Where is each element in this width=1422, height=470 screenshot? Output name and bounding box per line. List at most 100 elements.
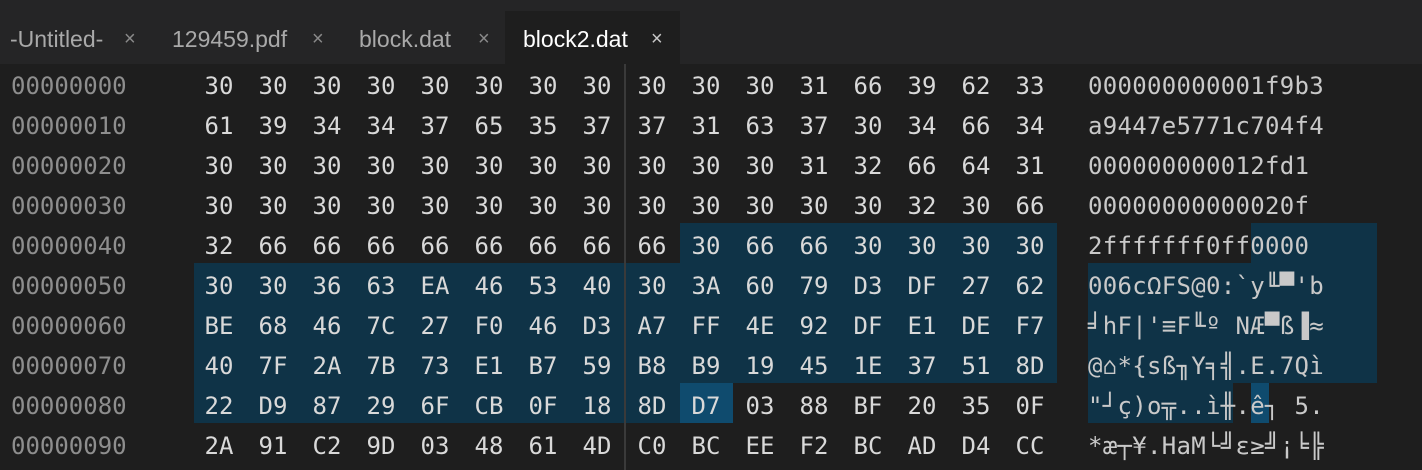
hex-byte[interactable]: 66 xyxy=(630,232,674,260)
hex-byte[interactable]: BC xyxy=(684,432,728,460)
hex-byte[interactable]: 30 xyxy=(197,72,241,100)
hex-byte[interactable]: 73 xyxy=(413,352,457,380)
hex-byte[interactable]: 30 xyxy=(684,152,728,180)
hex-byte[interactable]: AD xyxy=(900,432,944,460)
hex-byte[interactable]: 37 xyxy=(792,112,836,140)
ascii-text[interactable]: *æ┬¥.HaM└╝ε≥╝¡╘╠ xyxy=(1088,432,1324,460)
hex-byte[interactable]: 0F xyxy=(1008,392,1052,420)
hex-byte[interactable]: 8D xyxy=(630,392,674,420)
hex-byte[interactable]: 30 xyxy=(630,72,674,100)
hex-byte[interactable]: 30 xyxy=(954,192,998,220)
hex-byte[interactable]: 37 xyxy=(900,352,944,380)
hex-byte[interactable]: 30 xyxy=(792,192,836,220)
hex-byte[interactable]: 30 xyxy=(197,272,241,300)
hex-byte[interactable]: 30 xyxy=(684,192,728,220)
hex-byte[interactable]: 30 xyxy=(684,232,728,260)
hex-byte[interactable]: 30 xyxy=(684,72,728,100)
hex-byte[interactable]: 30 xyxy=(575,192,619,220)
tab-129459-pdf[interactable]: 129459.pdf × xyxy=(150,11,338,64)
hex-byte[interactable]: 30 xyxy=(630,272,674,300)
hex-byte[interactable]: 32 xyxy=(197,232,241,260)
hex-byte[interactable]: 20 xyxy=(900,392,944,420)
hex-byte[interactable]: 31 xyxy=(792,72,836,100)
hex-byte[interactable]: 03 xyxy=(738,392,782,420)
hex-byte[interactable]: 03 xyxy=(413,432,457,460)
hex-byte[interactable]: 30 xyxy=(251,72,295,100)
hex-byte[interactable]: CC xyxy=(1008,432,1052,460)
hex-byte[interactable]: 0F xyxy=(521,392,565,420)
hex-byte[interactable]: 30 xyxy=(197,152,241,180)
hex-byte[interactable]: 46 xyxy=(467,272,511,300)
hex-byte[interactable]: BE xyxy=(197,312,241,340)
hex-byte[interactable]: 39 xyxy=(900,72,944,100)
hex-byte[interactable]: 59 xyxy=(575,352,619,380)
hex-byte[interactable]: 61 xyxy=(197,112,241,140)
hex-byte[interactable]: 66 xyxy=(359,232,403,260)
hex-byte[interactable]: FF xyxy=(684,312,728,340)
tab-untitled[interactable]: -Untitled- × xyxy=(0,11,150,64)
hex-byte[interactable]: 29 xyxy=(359,392,403,420)
hex-byte[interactable]: A7 xyxy=(630,312,674,340)
hex-byte[interactable]: 66 xyxy=(792,232,836,260)
hex-byte[interactable]: E1 xyxy=(467,352,511,380)
ascii-text[interactable]: a9447e5771c704f4 xyxy=(1088,112,1324,140)
hex-byte[interactable]: 30 xyxy=(413,192,457,220)
hex-byte[interactable]: 6F xyxy=(413,392,457,420)
hex-byte[interactable]: F0 xyxy=(467,312,511,340)
ascii-text[interactable]: @⌂*{sß╖Y╕╣.E.7Qì xyxy=(1088,352,1324,380)
hex-byte[interactable]: 88 xyxy=(792,392,836,420)
hex-byte[interactable]: F2 xyxy=(792,432,836,460)
hex-byte[interactable]: 91 xyxy=(251,432,295,460)
hex-byte[interactable]: 45 xyxy=(792,352,836,380)
hex-byte[interactable]: 30 xyxy=(467,192,511,220)
ascii-text[interactable]: 00000000000020f xyxy=(1088,192,1309,220)
hex-byte[interactable]: 30 xyxy=(846,232,890,260)
hex-byte[interactable]: 2A xyxy=(197,432,241,460)
close-icon[interactable]: × xyxy=(124,28,136,51)
hex-byte[interactable]: 60 xyxy=(738,272,782,300)
hex-byte[interactable]: DF xyxy=(846,312,890,340)
hex-byte[interactable]: 19 xyxy=(738,352,782,380)
close-icon[interactable]: × xyxy=(651,28,663,51)
hex-byte[interactable]: D4 xyxy=(954,432,998,460)
hex-byte[interactable]: 30 xyxy=(305,192,349,220)
hex-byte[interactable]: 34 xyxy=(359,112,403,140)
hex-byte[interactable]: 33 xyxy=(1008,72,1052,100)
hex-byte[interactable]: DF xyxy=(900,272,944,300)
hex-byte[interactable]: 30 xyxy=(197,192,241,220)
hex-byte[interactable]: 30 xyxy=(305,72,349,100)
hex-byte[interactable]: B9 xyxy=(684,352,728,380)
hex-byte[interactable]: 46 xyxy=(305,312,349,340)
hex-byte[interactable]: 66 xyxy=(954,112,998,140)
hex-byte[interactable]: 30 xyxy=(900,232,944,260)
hex-byte[interactable]: 4D xyxy=(575,432,619,460)
hex-byte[interactable]: B8 xyxy=(630,352,674,380)
hex-byte[interactable]: 30 xyxy=(413,152,457,180)
hex-byte[interactable]: DE xyxy=(954,312,998,340)
ascii-text[interactable]: ╛hF|'≡F╙º NÆ▀ß▐≈ xyxy=(1088,312,1324,340)
hex-byte[interactable]: 66 xyxy=(413,232,457,260)
hex-byte[interactable]: 7F xyxy=(251,352,295,380)
hex-byte[interactable]: 34 xyxy=(305,112,349,140)
hex-byte[interactable]: 30 xyxy=(575,72,619,100)
hex-byte[interactable]: 48 xyxy=(467,432,511,460)
hex-byte[interactable]: 30 xyxy=(467,72,511,100)
hex-byte[interactable]: 63 xyxy=(738,112,782,140)
hex-byte[interactable]: 27 xyxy=(413,312,457,340)
hex-byte[interactable]: EA xyxy=(413,272,457,300)
hex-byte[interactable]: 30 xyxy=(521,152,565,180)
hex-byte[interactable]: 30 xyxy=(359,192,403,220)
hex-byte[interactable]: 62 xyxy=(1008,272,1052,300)
hex-byte[interactable]: 39 xyxy=(251,112,295,140)
hex-byte[interactable]: 8D xyxy=(1008,352,1052,380)
hex-byte[interactable]: 66 xyxy=(521,232,565,260)
hex-byte[interactable]: 30 xyxy=(413,72,457,100)
hex-byte[interactable]: 35 xyxy=(521,112,565,140)
hex-byte[interactable]: BF xyxy=(846,392,890,420)
hex-byte[interactable]: 32 xyxy=(900,192,944,220)
hex-byte[interactable]: 27 xyxy=(954,272,998,300)
hex-byte[interactable]: 30 xyxy=(630,192,674,220)
hex-byte[interactable]: 66 xyxy=(251,232,295,260)
hex-byte[interactable]: CB xyxy=(467,392,511,420)
hex-byte[interactable]: D3 xyxy=(846,272,890,300)
